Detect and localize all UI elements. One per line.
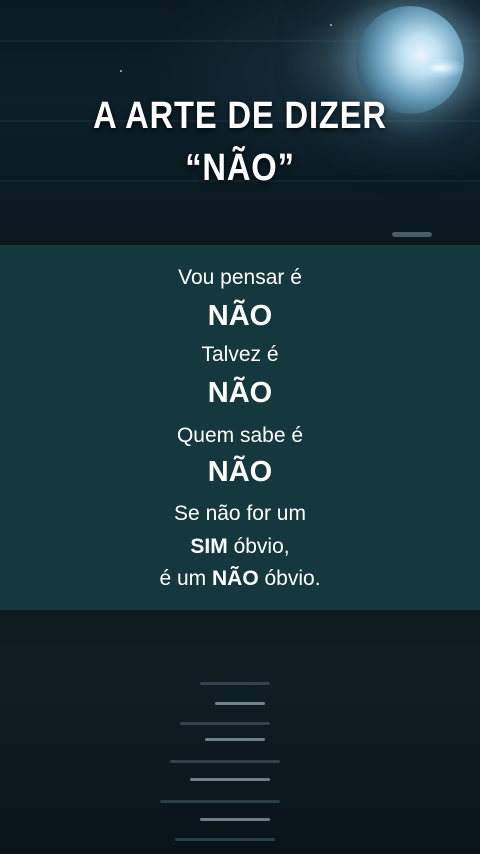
page-title: A ARTE DE DIZER “NÃO” [34,90,447,194]
wallpaper-scene: A ARTE DE DIZER “NÃO” Vou pensar é NÃO T… [0,0,480,854]
title-line-1: A ARTE DE DIZER [93,95,387,137]
poem-line-6: NÃO [207,456,273,488]
poem-line-9-start: é um [159,567,212,590]
moon-reflection-glint [392,232,432,237]
star [120,70,122,72]
title-line-2: “NÃO” [185,147,295,189]
water-ripple [200,682,270,685]
poem-line-9-emphasis: NÃO [211,567,259,590]
poem-line-9: é um NÃO óbvio. [0,566,480,592]
poem-line-7: Se não for um [174,502,306,525]
water-ripple [215,702,265,705]
poem-line-9-end: óbvio. [258,567,321,590]
water-ripple [190,778,270,781]
sea-reflection-background [0,610,480,854]
moon-light-flare [418,58,464,78]
poem-line-8-emphasis: SIM [190,535,228,558]
water-ripple [175,838,275,841]
water-ripple [180,722,270,725]
poem-line-8: SIM óbvio, [0,534,480,560]
poem-line-5: Quem sabe é [176,424,304,447]
water-ripple [200,818,270,821]
poem-line-8-rest: óbvio, [227,535,290,558]
poem-line-4: NÃO [207,377,273,409]
water-ripple [160,800,280,803]
water-ripple [170,760,280,763]
poem-line-1: Vou pensar é [178,266,302,289]
poem: Vou pensar é NÃO Talvez é NÃO Quem sabe … [0,245,480,610]
poem-line-2: NÃO [207,300,273,332]
water-ripple [205,738,265,741]
text-panel: Vou pensar é NÃO Talvez é NÃO Quem sabe … [0,245,480,610]
star [330,24,332,26]
poem-line-3: Talvez é [201,343,279,366]
